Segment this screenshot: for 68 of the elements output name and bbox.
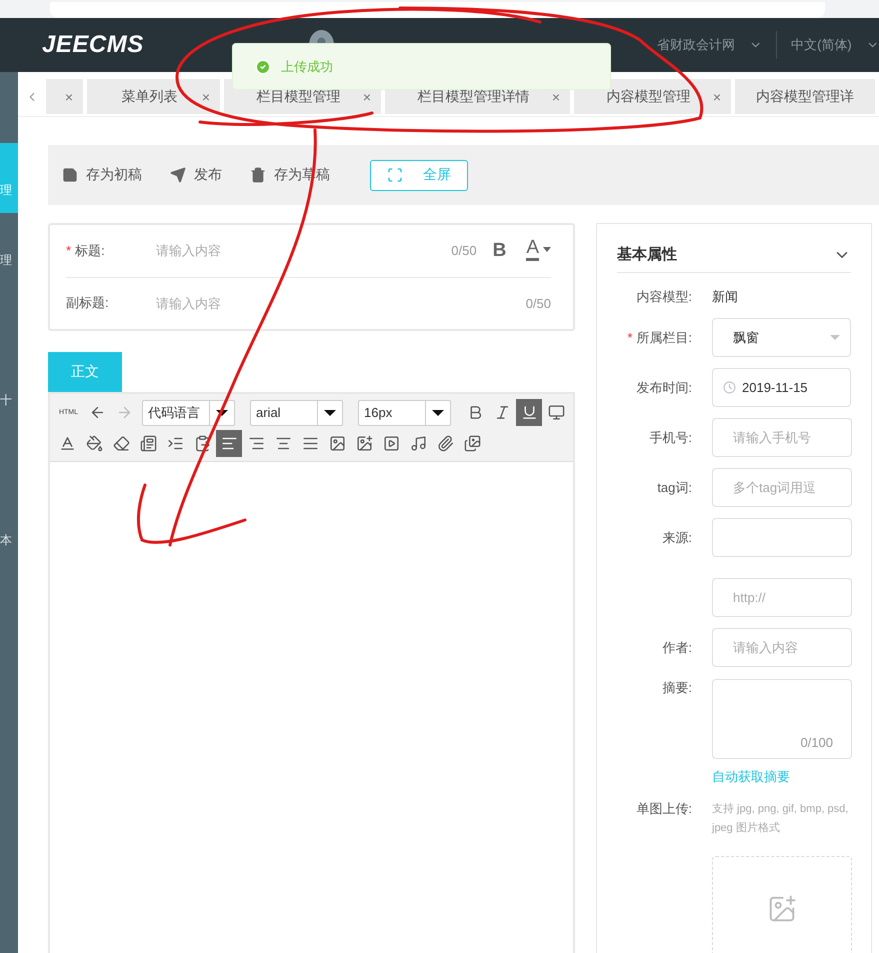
page-tab[interactable]: 菜单列表 ×	[87, 79, 220, 114]
panel-title: 基本属性	[617, 244, 677, 264]
category-select[interactable]: 飘窗	[712, 318, 851, 358]
align-center-icon	[274, 435, 292, 452]
editor-select[interactable]: arial	[250, 400, 343, 426]
attachment-icon	[436, 435, 454, 452]
field-label: 单图上传:	[635, 800, 693, 818]
language-selector[interactable]: 中文(简体)	[791, 36, 852, 54]
field-label: 来源:	[661, 528, 693, 547]
paste-icon	[194, 435, 210, 452]
field-value: 新闻	[712, 288, 738, 306]
fullscreen-icon	[387, 167, 403, 183]
site-name[interactable]: 省财政会计网	[656, 36, 735, 54]
align-right-icon	[248, 435, 264, 452]
font-color-button[interactable]: A	[526, 238, 551, 264]
page-tab[interactable]: 内容模型管理 ×	[574, 79, 731, 114]
address-bar[interactable]	[50, 2, 825, 18]
bold-button[interactable]: B	[492, 240, 506, 262]
field-label: 手机号:	[648, 428, 693, 447]
upload-hint: 支持 jpg, png, gif, bmp, psd, jpeg 图片格式	[712, 802, 850, 836]
field-label: * 标题:	[66, 242, 106, 260]
fill-color-icon	[86, 435, 102, 452]
underline-icon	[520, 404, 538, 421]
logo: JEECMS	[42, 31, 144, 59]
field-label: * 所属栏目:	[626, 328, 693, 347]
eraser-icon	[112, 435, 130, 452]
save-draft-button[interactable]: 存为初稿	[62, 166, 142, 184]
field-label: 摘要:	[661, 678, 693, 697]
image-plus-icon	[767, 894, 797, 924]
video-icon	[382, 435, 400, 452]
text-field[interactable]: http://	[712, 578, 852, 618]
text-field[interactable]: 请输入内容	[712, 628, 852, 668]
sidebar-item[interactable]: 本	[0, 493, 18, 563]
template-icon	[140, 435, 156, 452]
char-counter: 0/50	[451, 243, 477, 258]
date-field[interactable]: 2019-11-15	[712, 368, 851, 408]
sidebar-item[interactable]: 十	[0, 353, 18, 423]
align-left-icon	[220, 435, 238, 452]
sidebar-item[interactable]: 理	[0, 213, 18, 283]
add-image-icon	[356, 435, 372, 452]
text-field[interactable]: 多个tag词用逗	[712, 468, 852, 508]
field-label: 内容模型:	[635, 288, 693, 306]
paper-plane-icon	[170, 167, 186, 183]
publish-button[interactable]: 发布	[170, 166, 222, 184]
clock-icon	[723, 381, 736, 394]
editor-select[interactable]: 16px	[358, 400, 451, 426]
field-label: 副标题:	[66, 294, 110, 312]
bin-icon	[250, 167, 266, 183]
justify-icon	[302, 435, 318, 452]
check-icon	[255, 58, 271, 74]
char-counter: 0/50	[526, 296, 551, 311]
gallery-icon	[464, 435, 480, 452]
text-field[interactable]: 请输入手机号	[712, 418, 852, 458]
field-label: 作者:	[661, 638, 693, 657]
page-tab[interactable]: ×	[46, 79, 83, 114]
field-label: tag词:	[656, 478, 693, 497]
font-color-icon	[58, 435, 76, 452]
image-icon	[328, 435, 346, 452]
music-icon	[410, 435, 426, 452]
underline-button[interactable]	[516, 399, 542, 426]
indent-icon	[166, 435, 184, 452]
field-label: 发布时间:	[635, 378, 693, 397]
editor-select[interactable]: 代码语言	[142, 400, 235, 426]
align-left-button[interactable]	[216, 430, 242, 457]
success-toast: 上传成功	[232, 43, 611, 90]
page-tab[interactable]: 内容模型管理详	[735, 79, 875, 114]
preview-icon	[548, 404, 564, 421]
text-field[interactable]	[712, 518, 852, 558]
